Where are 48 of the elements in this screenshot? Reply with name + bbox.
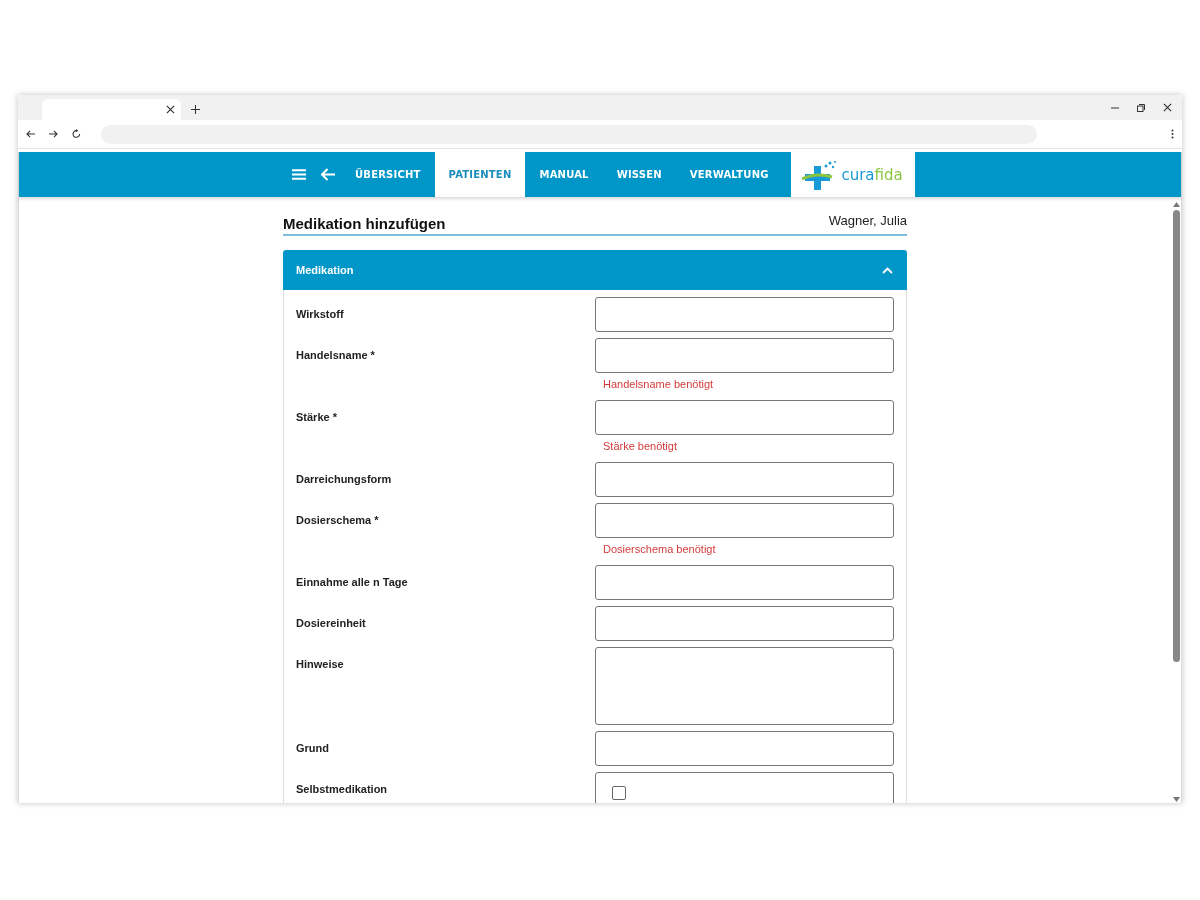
error-message: Handelsname benötigt bbox=[603, 378, 714, 390]
cross-logo-icon bbox=[802, 159, 839, 190]
field-label: Dosierschema * bbox=[296, 513, 379, 528]
input-field[interactable] bbox=[595, 297, 894, 332]
logo-text: curafida bbox=[841, 165, 903, 184]
input-field[interactable] bbox=[595, 338, 894, 373]
field-label: Selbstmedikation bbox=[296, 782, 388, 797]
section-header[interactable]: Medikation bbox=[283, 250, 907, 290]
forward-arrow-icon[interactable] bbox=[49, 130, 58, 138]
reload-icon[interactable] bbox=[72, 129, 81, 139]
input-field[interactable] bbox=[595, 503, 894, 538]
minimize-icon[interactable] bbox=[1111, 106, 1119, 109]
more-options-icon[interactable] bbox=[1171, 129, 1174, 139]
scrollbar-thumb[interactable] bbox=[1172, 210, 1180, 662]
menu-icon[interactable] bbox=[292, 169, 306, 180]
input-field[interactable] bbox=[595, 606, 894, 641]
back-arrow-icon[interactable] bbox=[26, 130, 35, 138]
text-area[interactable] bbox=[595, 647, 894, 725]
close-icon[interactable] bbox=[1163, 103, 1172, 112]
field-label: Handelsname * bbox=[296, 348, 375, 363]
nav-tab[interactable]: VERWALTUNG bbox=[675, 152, 783, 197]
plus-icon[interactable] bbox=[191, 105, 200, 114]
field-label: Grund bbox=[296, 741, 329, 756]
page-title: Medikation hinzufügen bbox=[283, 215, 446, 232]
error-message: Stärke benötigt bbox=[603, 440, 677, 452]
field-label: Dosiereinheit bbox=[296, 616, 366, 631]
scroll-up-icon[interactable] bbox=[1172, 202, 1180, 207]
scroll-down-icon[interactable] bbox=[1172, 797, 1180, 802]
input-field[interactable] bbox=[595, 462, 894, 497]
input-field[interactable] bbox=[595, 400, 894, 435]
patient-name: Wagner, Julia bbox=[828, 213, 907, 228]
input-field[interactable] bbox=[595, 565, 894, 600]
checkbox[interactable] bbox=[612, 786, 626, 800]
input-field[interactable] bbox=[595, 731, 894, 766]
error-message: Dosierschema benötigt bbox=[603, 543, 716, 555]
nav-tab[interactable]: PATIENTEN bbox=[434, 152, 526, 197]
restore-icon[interactable] bbox=[1137, 103, 1145, 112]
nav-tab[interactable]: ÜBERSICHT bbox=[341, 152, 435, 197]
field-label: Wirkstoff bbox=[296, 307, 344, 322]
field-label: Stärke * bbox=[296, 410, 337, 425]
nav-tab[interactable]: WISSEN bbox=[602, 152, 676, 197]
nav-tab[interactable]: MANUAL bbox=[525, 152, 603, 197]
field-label: Einnahme alle n Tage bbox=[296, 575, 408, 590]
field-label: Darreichungsform bbox=[296, 472, 392, 487]
field-label: Hinweise bbox=[296, 657, 344, 672]
logo[interactable]: curafida bbox=[790, 152, 915, 197]
close-icon[interactable] bbox=[166, 105, 175, 114]
chevron-icon bbox=[882, 266, 893, 274]
